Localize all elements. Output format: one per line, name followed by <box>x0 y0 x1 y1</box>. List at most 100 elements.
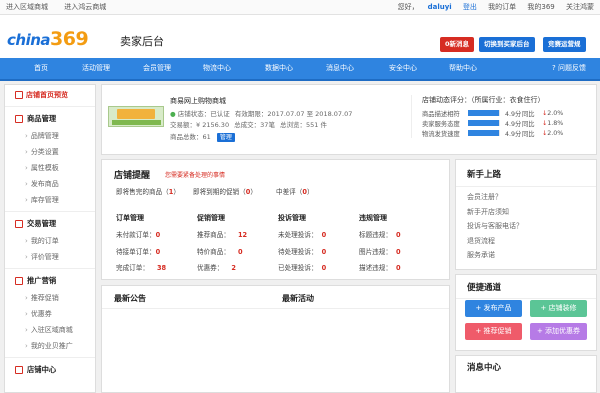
col-promo-row[interactable]: 优惠券： 2 <box>197 262 236 272</box>
sidebar-item-my-promo[interactable]: 我的业贝推广 <box>5 338 95 354</box>
switch-buyer-button[interactable]: 切换到买家后台 <box>479 37 535 52</box>
newbie-link[interactable]: 服务承诺 <box>456 248 596 263</box>
col-violation-row[interactable]: 标题违规： 0 <box>359 229 401 239</box>
recommend-promo-button[interactable]: + 推荐促销 <box>465 323 522 340</box>
col-complaint-row[interactable]: 已处理投诉： 0 <box>278 262 326 272</box>
nav-data[interactable]: 数据中心 <box>265 58 293 79</box>
logout-link[interactable]: 登出 <box>463 3 477 11</box>
main-nav: 首页 活动管理 会员管理 物流中心 数据中心 消息中心 安全中心 帮助中心 ? … <box>0 58 600 81</box>
latest-announcement-title[interactable]: 最新公告 <box>114 293 146 304</box>
alert-bad-reviews[interactable]: 中差评（0） <box>276 186 314 196</box>
sidebar: 店铺首页预览 商品管理 品牌管理 分类设置 属性模板 发布商品 库存管理 交易管… <box>4 84 96 393</box>
rating-bar <box>468 110 500 116</box>
manage-goods-button[interactable]: 管理 <box>216 133 235 142</box>
new-messages-button[interactable]: 0新消息 <box>440 37 475 52</box>
col-order-row[interactable]: 未付款订单：0 <box>116 229 160 239</box>
sidebar-item-recommend[interactable]: 推荐促销 <box>5 290 95 306</box>
sidebar-item-category[interactable]: 分类设置 <box>5 144 95 160</box>
newbie-title: 新手上路 <box>456 160 596 187</box>
username: daluyi <box>427 3 452 11</box>
col-promo-row[interactable]: 特价商品： 0 <box>197 246 243 256</box>
sidebar-item-stock[interactable]: 库存管理 <box>5 192 95 208</box>
col-order-row[interactable]: 完成订单： 38 <box>116 262 166 272</box>
question-icon: ? <box>552 64 556 72</box>
shop-name: 商易网上购物商城 <box>170 97 226 105</box>
sidebar-item-region-mall[interactable]: 入驻区域商城 <box>5 322 95 338</box>
news-panel: 最新公告 最新活动 <box>101 285 450 393</box>
rating-row: 商品描述相符 4.9分 同比 ↓ 2.0% <box>422 109 564 118</box>
col-promo-head: 促销管理 <box>197 214 225 222</box>
col-violation-row[interactable]: 描述违规： 0 <box>359 262 401 272</box>
sidebar-item-brand[interactable]: 品牌管理 <box>5 128 95 144</box>
rating-title: 店铺动态评分：（所属行业：衣食住行） <box>422 96 545 104</box>
link-my-369[interactable]: 我的369 <box>527 3 554 11</box>
header: china369 卖家后台 0新消息 切换到买家后台 竞赛运营规 <box>0 15 600 58</box>
sidebar-section-promotion[interactable]: 推广营销 <box>5 269 95 290</box>
quick-title: 便捷通道 <box>456 275 596 299</box>
divider <box>102 308 449 309</box>
alerts-subtitle: 您需要紧备处理的事情 <box>165 172 226 179</box>
rating-row: 物流发货速度 4.9分 同比 ↓ 2.0% <box>422 129 564 138</box>
col-promo-row[interactable]: 推荐商品： 12 <box>197 229 247 239</box>
add-coupon-button[interactable]: + 添加优惠券 <box>530 323 587 340</box>
link-hongyun-mall[interactable]: 进入鸿云商城 <box>64 3 106 11</box>
col-complaint-row[interactable]: 待处理投诉： 0 <box>278 246 326 256</box>
alert-promo-expiring[interactable]: 即将到期的促销（0） <box>193 186 257 196</box>
col-violation-row[interactable]: 图片违规： 0 <box>359 246 401 256</box>
sidebar-item-orders[interactable]: 我的订单 <box>5 233 95 249</box>
shop-info-panel: 商易网上购物商城 ● 店铺状态：已认证 有效期限：2017.07.07 至 20… <box>101 84 597 155</box>
promotion-icon <box>15 277 23 285</box>
rating-bar <box>468 120 500 126</box>
shop-stats-line: 交易额：¥ 2156.30 总成交：37笔 总浏览：551 件 <box>170 121 328 129</box>
nav-logistics[interactable]: 物流中心 <box>203 58 231 79</box>
shop-status-line: ● 店铺状态：已认证 有效期限：2017.07.07 至 2018.07.07 <box>170 110 353 118</box>
shop-alerts-panel: 店铺提醒 您需要紧备处理的事情 即将售完的商品（1） 即将到期的促销（0） 中差… <box>101 159 450 280</box>
sidebar-item-reviews[interactable]: 评价管理 <box>5 249 95 265</box>
sidebar-item-publish[interactable]: 发布商品 <box>5 176 95 192</box>
nav-member[interactable]: 会员管理 <box>143 58 171 79</box>
logo[interactable]: china369 <box>7 28 89 50</box>
col-order-head: 订单管理 <box>116 214 144 222</box>
sidebar-section-goods[interactable]: 商品管理 <box>5 107 95 128</box>
publish-product-button[interactable]: + 发布产品 <box>465 300 522 317</box>
shop-goods-line: 商品总数：61 管理 <box>170 131 235 142</box>
rules-button[interactable]: 竞赛运营规 <box>543 37 586 52</box>
quick-access-panel: 便捷通道 + 发布产品 + 店铺装修 + 推荐促销 + 添加优惠券 <box>455 274 597 351</box>
nav-message[interactable]: 消息中心 <box>326 58 354 79</box>
nav-security[interactable]: 安全中心 <box>389 58 417 79</box>
newbie-link[interactable]: 退货流程 <box>456 234 596 249</box>
latest-activity-title[interactable]: 最新活动 <box>282 293 314 304</box>
link-region-mall[interactable]: 进入区域商城 <box>6 3 48 11</box>
sidebar-home-preview[interactable]: 店铺首页预览 <box>5 85 95 107</box>
col-order-row[interactable]: 待接单订单：0 <box>116 246 160 256</box>
sidebar-section-trade[interactable]: 交易管理 <box>5 212 95 233</box>
nav-home[interactable]: 首页 <box>34 58 48 79</box>
newbie-panel: 新手上路 会员注册？ 新手开店须知 投诉与客服电话？ 退货流程 服务承诺 <box>455 159 597 270</box>
nav-feedback[interactable]: ? 问题反馈 <box>552 58 586 79</box>
message-title: 消息中心 <box>467 363 502 373</box>
greeting: 您好， daluyi <box>397 3 452 11</box>
col-complaint-row[interactable]: 未处理投诉： 0 <box>278 229 326 239</box>
newbie-link[interactable]: 会员注册？ <box>456 190 596 205</box>
nav-help[interactable]: 帮助中心 <box>449 58 477 79</box>
goods-icon <box>15 115 23 123</box>
sidebar-item-attribute[interactable]: 属性模板 <box>5 160 95 176</box>
col-violation-head: 违规管理 <box>359 214 387 222</box>
top-bar: 进入区域商城 进入鸿云商城 您好， daluyi 登出 我的订单 我的369 关注… <box>0 0 600 15</box>
home-icon <box>15 91 23 99</box>
page-title: 卖家后台 <box>120 35 164 48</box>
shop-decorate-button[interactable]: + 店铺装修 <box>530 300 587 317</box>
sidebar-item-coupon[interactable]: 优惠券 <box>5 306 95 322</box>
message-center-panel: 消息中心 <box>455 355 597 393</box>
link-my-orders[interactable]: 我的订单 <box>488 3 516 11</box>
col-complaint-head: 投诉管理 <box>278 214 306 222</box>
nav-activity[interactable]: 活动管理 <box>82 58 110 79</box>
newbie-link[interactable]: 投诉与客服电话？ <box>456 219 596 234</box>
sidebar-section-shop[interactable]: 店铺中心 <box>5 358 95 379</box>
shop-rating: 店铺动态评分：（所属行业：衣食住行） 商品描述相符 4.9分 同比 ↓ 2.0%… <box>411 95 591 138</box>
trade-icon <box>15 220 23 228</box>
shop-icon <box>15 366 23 374</box>
alert-selling-out[interactable]: 即将售完的商品（1） <box>116 186 180 196</box>
newbie-link[interactable]: 新手开店须知 <box>456 205 596 220</box>
link-follow[interactable]: 关注鸿蒙 <box>566 3 594 11</box>
